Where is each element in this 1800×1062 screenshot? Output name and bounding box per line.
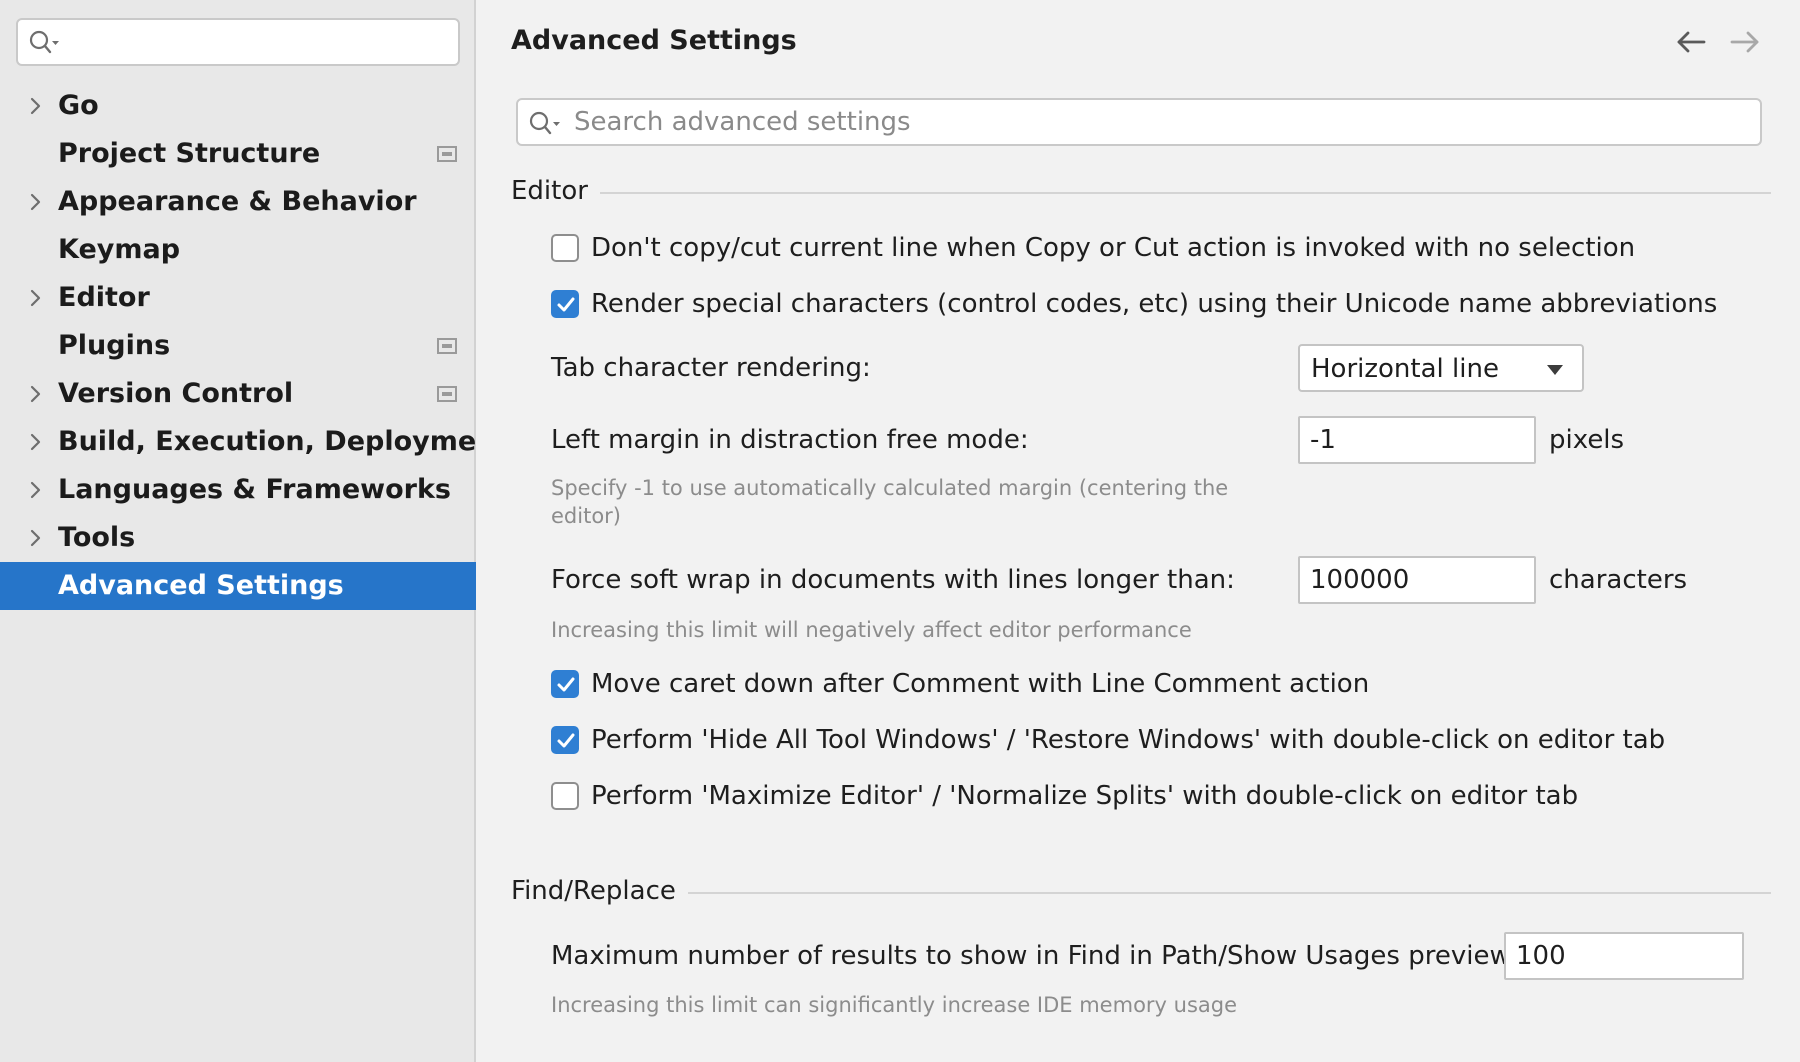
copy-cut-label: Don't copy/cut current line when Copy or… [591,233,1636,263]
tab-rendering-label: Tab character rendering: [551,353,871,383]
hint-line: editor) [551,504,621,528]
project-level-icon [437,338,457,354]
sidebar-item-label: Plugins [58,330,171,361]
section-title: Find/Replace [511,876,688,906]
render-special-checkbox[interactable] [551,290,579,318]
project-level-icon [437,146,457,162]
sidebar-item-tools[interactable]: Tools [0,514,476,562]
sidebar-item-label: Project Structure [58,138,321,169]
soft-wrap-unit: characters [1549,565,1688,595]
sidebar-item-label: Editor [58,282,150,313]
left-margin-label: Left margin in distraction free mode: [551,425,1029,455]
project-level-icon [437,386,457,402]
find-replace-section-header: Find/Replace [511,876,1771,908]
section-divider [511,192,1771,194]
max-results-label: Maximum number of results to show in Fin… [551,941,1519,971]
render-special-label: Render special characters (control codes… [591,289,1718,319]
copy-cut-checkbox[interactable] [551,234,579,262]
checkmark-icon [557,733,575,748]
sidebar-item-label: Build, Execution, Deployment [58,426,509,457]
search-icon [29,30,59,54]
sidebar-item-advanced-settings[interactable]: Advanced Settings [0,562,476,610]
chevron-down-icon [1547,365,1563,375]
section-title: Editor [511,176,600,206]
chevron-right-icon[interactable] [26,384,46,404]
tab-rendering-value: Horizontal line [1311,354,1499,384]
left-margin-unit: pixels [1549,425,1625,455]
sidebar-item-editor[interactable]: Editor [0,274,476,322]
sidebar-item-build-execution-deployment[interactable]: Build, Execution, Deployment [0,418,508,466]
checkmark-icon [557,297,575,312]
sidebar-search-field[interactable] [16,18,460,66]
chevron-right-icon[interactable] [26,480,46,500]
page-title: Advanced Settings [511,25,797,56]
max-results-hint: Increasing this limit can significantly … [551,993,1238,1017]
left-margin-input[interactable] [1298,416,1536,464]
move-caret-checkbox[interactable] [551,670,579,698]
sidebar-item-label: Appearance & Behavior [58,186,417,217]
maximize-editor-checkbox[interactable] [551,782,579,810]
soft-wrap-input[interactable] [1298,556,1536,604]
maximize-editor-label: Perform 'Maximize Editor' / 'Normalize S… [591,781,1579,811]
chevron-right-icon[interactable] [26,96,46,116]
chevron-right-icon[interactable] [26,432,46,452]
sidebar-search-input[interactable] [68,26,448,58]
sidebar-item-label: Languages & Frameworks [58,474,452,505]
sidebar-item-label: Advanced Settings [58,570,344,601]
sidebar-item-go[interactable]: Go [0,82,476,130]
hint-line: Specify -1 to use automatically calculat… [551,476,1229,500]
chevron-right-icon[interactable] [26,192,46,212]
hide-tool-windows-label: Perform 'Hide All Tool Windows' / 'Resto… [591,725,1666,755]
sidebar-item-keymap[interactable]: Keymap [0,226,476,274]
soft-wrap-label: Force soft wrap in documents with lines … [551,565,1235,595]
chevron-right-icon[interactable] [26,288,46,308]
soft-wrap-hint: Increasing this limit will negatively af… [551,618,1192,642]
left-margin-hint: Specify -1 to use automatically calculat… [551,474,1228,530]
editor-section-header: Editor [511,176,1771,208]
checkmark-icon [557,677,575,692]
arrow-left-icon[interactable] [1674,28,1708,56]
sidebar-item-project-structure[interactable]: Project Structure [0,130,476,178]
max-results-input[interactable] [1504,932,1744,980]
search-icon [529,111,560,135]
section-divider [511,892,1771,894]
sidebar-item-label: Go [58,90,99,121]
advanced-settings-search[interactable] [516,98,1762,146]
hide-tool-windows-checkbox[interactable] [551,726,579,754]
sidebar-item-label: Tools [58,522,136,553]
settings-sidebar: Go Project Structure Appearance & Behavi… [0,0,508,1062]
tab-rendering-select[interactable]: Horizontal line [1298,344,1584,392]
sidebar-item-label: Keymap [58,234,181,265]
sidebar-item-label: Version Control [58,378,294,409]
sidebar-item-languages-frameworks[interactable]: Languages & Frameworks [0,466,476,514]
chevron-right-icon[interactable] [26,528,46,548]
sidebar-item-plugins[interactable]: Plugins [0,322,476,370]
sidebar-item-appearance-behavior[interactable]: Appearance & Behavior [0,178,476,226]
sidebar-item-version-control[interactable]: Version Control [0,370,476,418]
sidebar-nav: Go Project Structure Appearance & Behavi… [0,82,508,610]
move-caret-label: Move caret down after Comment with Line … [591,669,1370,699]
settings-content: Advanced Settings Editor Don't copy/cut … [478,0,1800,1062]
arrow-right-icon[interactable] [1728,28,1762,56]
advanced-settings-search-input[interactable] [574,104,1744,140]
